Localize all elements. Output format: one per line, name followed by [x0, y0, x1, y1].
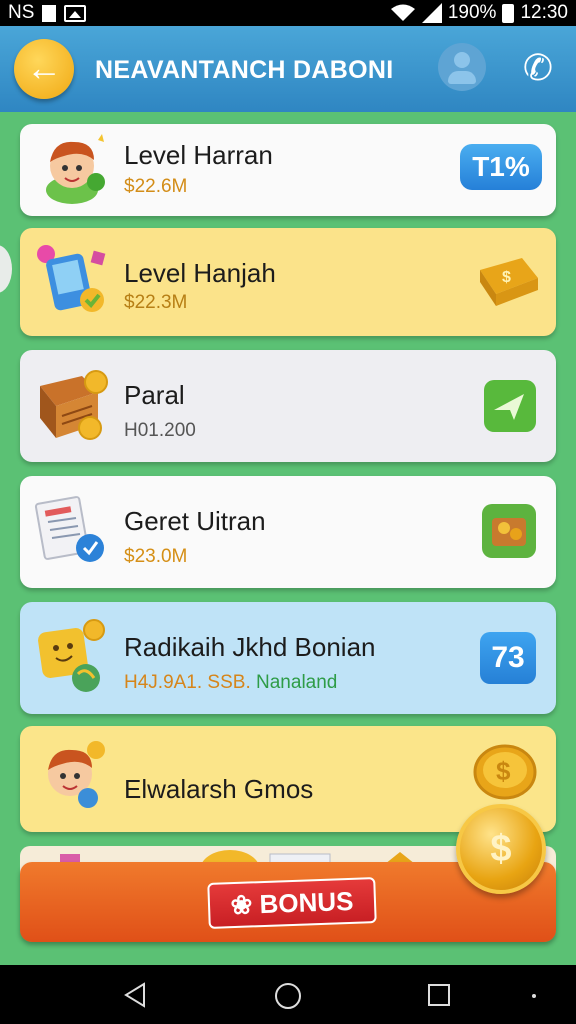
- list-item[interactable]: Paral H01.200: [20, 350, 556, 462]
- system-nav-bar: [0, 965, 576, 1024]
- status-bar: NS 190% 12:30: [0, 0, 576, 26]
- item-title: Elwalarsh Gmos: [124, 774, 314, 804]
- list-item[interactable]: Radikaih Jkhd Bonian H4J.9A1. SSB. Nanal…: [20, 602, 556, 714]
- plane-icon: [484, 380, 536, 432]
- list-item[interactable]: Level Harran $22.6M T1%: [20, 124, 556, 216]
- item-subtitle-code: H4J.9A1. SSB.: [124, 672, 251, 693]
- item-subtitle: H4J.9A1. SSB. Nanaland: [124, 672, 337, 694]
- sim-icon: [42, 4, 57, 22]
- item-title: Level Harran: [124, 140, 273, 170]
- status-left-text: NS: [8, 2, 35, 23]
- coin-symbol: $: [490, 828, 512, 870]
- item-title: Geret Uitran: [124, 506, 266, 536]
- back-button[interactable]: ←: [14, 39, 74, 99]
- list-item[interactable]: Geret Uitran $23.0M: [20, 476, 556, 588]
- image-notification-icon: [64, 4, 87, 22]
- battery-percent: 190%: [447, 2, 497, 23]
- status-time: 12:30: [520, 2, 568, 23]
- item-subtitle: H01.200: [124, 420, 196, 441]
- nav-back-icon[interactable]: [122, 982, 148, 1008]
- svg-text:$: $: [502, 269, 511, 286]
- tablet-icon: [37, 245, 106, 312]
- list-item[interactable]: Level Hanjah $22.3M $: [20, 228, 556, 336]
- item-title: Level Hanjah: [124, 258, 276, 288]
- nav-home-icon[interactable]: [275, 983, 301, 1009]
- chest-icon: [40, 370, 108, 440]
- phone-icon[interactable]: ✆: [516, 46, 560, 90]
- big-coin-icon[interactable]: $: [456, 804, 546, 894]
- item-subtitle-place: Nanaland: [256, 672, 338, 693]
- svg-text:$: $: [496, 756, 511, 786]
- wifi-icon: [390, 4, 415, 21]
- battery-icon: [502, 3, 515, 23]
- nav-dot-icon: [532, 994, 536, 998]
- percent-badge: T1%: [460, 144, 542, 190]
- game-block-icon: [38, 619, 105, 692]
- bonus-button[interactable]: ❀ BONUS: [207, 877, 377, 929]
- bonus-label: BONUS: [259, 885, 354, 920]
- page-title: NEAVANTANCH DABONI: [95, 56, 394, 84]
- item-subtitle: $22.6M: [124, 176, 188, 197]
- document-icon: [34, 496, 104, 562]
- level-list: Level Harran $22.6M T1% Level Hanjah $22…: [0, 112, 576, 965]
- count-badge: 73: [480, 632, 536, 684]
- coin-icon: $: [473, 744, 537, 800]
- badge-label: 73: [491, 641, 525, 674]
- item-subtitle: $23.0M: [124, 546, 188, 567]
- arrow-left-icon: ←: [26, 47, 62, 88]
- item-title: Paral: [124, 380, 185, 410]
- user-avatar-icon[interactable]: [438, 43, 486, 91]
- gift-icon: ❀: [230, 889, 253, 921]
- app-bar: ← NEAVANTANCH DABONI ✆: [0, 26, 576, 112]
- signal-icon: [421, 3, 442, 23]
- treasure-icon: [482, 504, 536, 558]
- edge-handle[interactable]: [0, 245, 12, 293]
- money-stack-icon: $: [480, 258, 538, 306]
- nav-recent-icon[interactable]: [428, 984, 450, 1006]
- item-subtitle: $22.3M: [124, 292, 188, 313]
- character-icon: [46, 134, 105, 204]
- item-title: Radikaih Jkhd Bonian: [124, 632, 376, 662]
- badge-label: T1%: [472, 151, 530, 182]
- character-icon: [48, 741, 105, 808]
